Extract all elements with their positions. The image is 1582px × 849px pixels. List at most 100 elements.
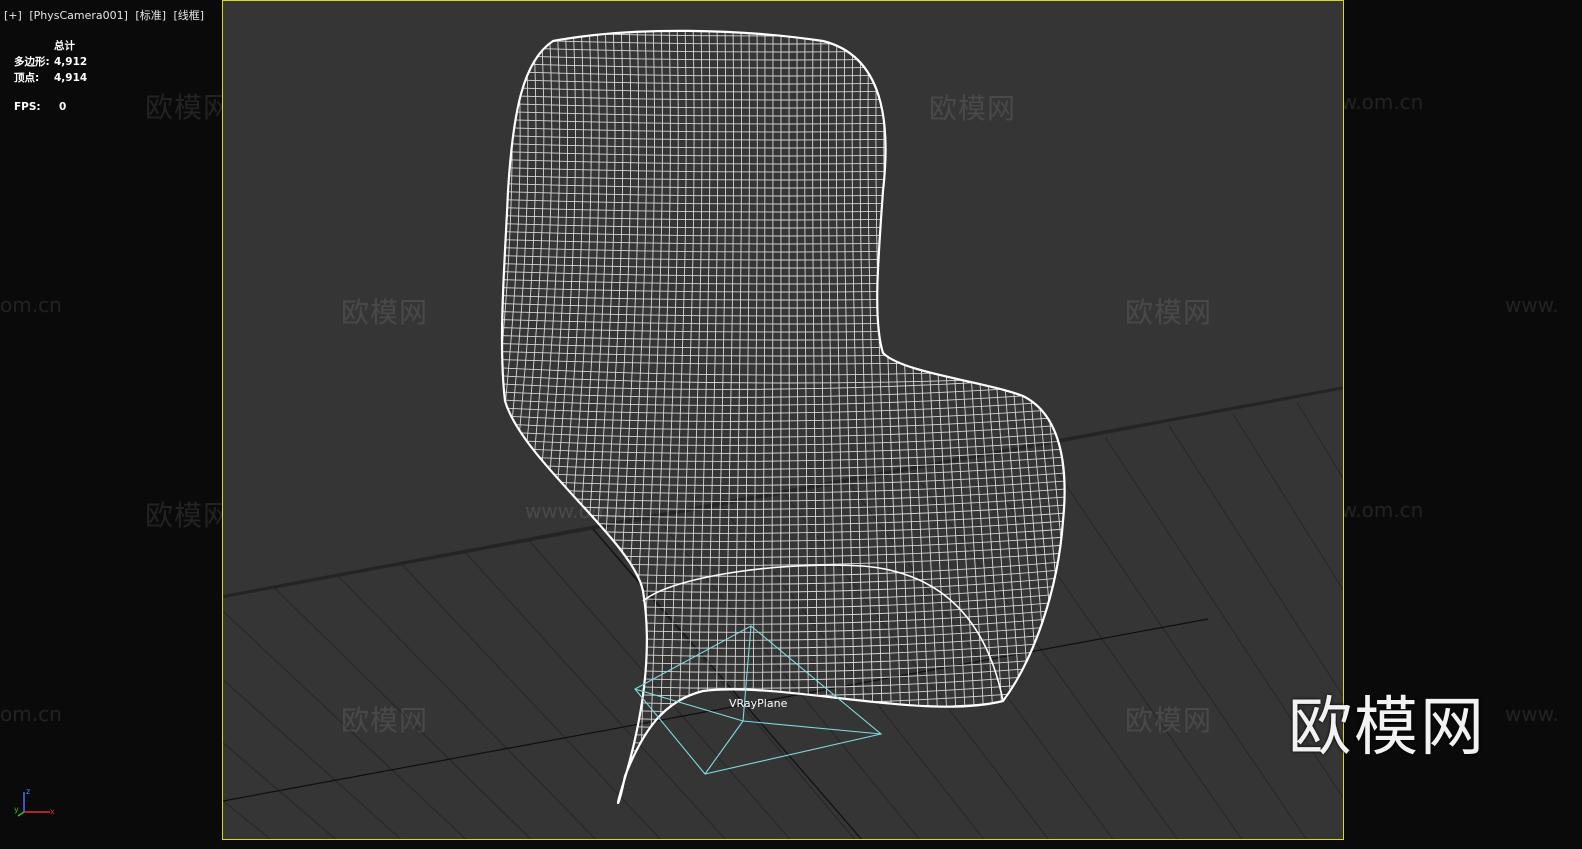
mesh-line — [938, 30, 970, 804]
mesh-line — [676, 30, 695, 804]
mesh-line — [501, 718, 1065, 737]
mesh-line — [501, 374, 1065, 390]
mesh-line — [501, 766, 1065, 785]
grid-line — [223, 386, 1343, 598]
mesh-line — [501, 790, 1065, 804]
grid-line — [1296, 402, 1343, 479]
mesh-line — [922, 30, 952, 804]
mesh-line — [788, 30, 791, 804]
mesh-line — [501, 758, 1065, 777]
mesh-line — [501, 246, 1065, 253]
mesh-line — [501, 230, 1065, 237]
mesh-line — [501, 742, 1065, 761]
mesh-line — [843, 30, 857, 804]
grid-line — [223, 387, 1343, 599]
mesh-line — [501, 30, 1065, 37]
watermark-cn: 欧模网 — [1125, 296, 1213, 329]
viewport-camera-menu[interactable]: [PhysCamera001] — [29, 9, 128, 22]
stats-vertices-label: 顶点: — [14, 72, 40, 84]
watermark-cn: 欧模网 — [341, 296, 429, 329]
mesh-line — [501, 150, 1065, 157]
mesh-line — [501, 430, 1065, 446]
mesh-line — [796, 30, 800, 804]
scene-statistics: 总计 多边形: 4,912 顶点: 4,914 — [14, 38, 87, 86]
mesh-line — [501, 222, 1065, 229]
mesh-line — [986, 30, 1027, 804]
mesh-line — [501, 30, 513, 804]
axis-x-label: x — [50, 807, 55, 816]
grid-line — [223, 485, 812, 597]
chair-outline — [500, 29, 1066, 805]
mesh-line — [501, 734, 1065, 753]
grid-line — [592, 528, 856, 839]
fps-readout: FPS: 0 — [14, 101, 66, 113]
mesh-line — [804, 30, 810, 804]
axis-tripod-icon: z x y — [14, 787, 55, 817]
grid-line — [223, 387, 1343, 599]
grid-line — [223, 404, 1246, 598]
mesh-line — [501, 350, 1065, 357]
mesh-line — [914, 30, 942, 804]
mesh-line — [501, 270, 1065, 277]
mesh-line — [501, 782, 1065, 801]
viewport-display-menu[interactable]: [线框] — [174, 9, 205, 22]
mesh-line — [962, 30, 999, 804]
mesh-line — [501, 326, 1065, 333]
mesh-line — [501, 702, 1065, 721]
fps-label: FPS: — [14, 101, 41, 113]
mesh-line — [1033, 30, 1065, 804]
axis-y-label: y — [14, 805, 19, 814]
stats-polygons-row: 多边形: 4,912 — [14, 54, 87, 70]
vray-plane-label: VRayPlane — [729, 697, 788, 710]
mesh-line — [501, 38, 1065, 45]
mesh-line — [501, 454, 1065, 470]
mesh-line — [501, 166, 1065, 173]
viewport-shading-menu[interactable]: [标准] — [135, 9, 166, 22]
mesh-line — [563, 30, 600, 804]
mesh-line — [851, 30, 867, 804]
mesh-line — [501, 238, 1065, 245]
grid-line — [223, 644, 233, 840]
grid-line — [464, 551, 726, 839]
mesh-line — [501, 286, 1065, 293]
mesh-line — [501, 334, 1065, 341]
mesh-line — [993, 30, 1036, 804]
mesh-line — [501, 318, 1065, 325]
watermark-url: om.cn — [0, 702, 62, 726]
grid-line — [976, 459, 1243, 839]
mesh-line — [501, 158, 1065, 165]
mesh-line — [501, 534, 1065, 550]
mesh-line — [501, 798, 1065, 804]
axis-z-label: z — [26, 787, 30, 796]
grid-line — [223, 386, 1343, 598]
mesh-line — [978, 30, 1018, 804]
mesh-line — [501, 398, 1065, 414]
grid-line — [1232, 413, 1343, 591]
mesh-line — [501, 310, 1065, 317]
mesh-line — [501, 126, 1065, 133]
viewport-header: [+] [PhysCamera001] [标准] [线框] — [4, 7, 208, 23]
mesh-line — [572, 30, 608, 804]
grid-line — [223, 386, 1343, 598]
viewport-plus-menu[interactable]: [+] — [4, 9, 22, 22]
mesh-line — [1066, 21, 1121, 831]
watermark-url: www.om.cn — [525, 499, 641, 523]
grid-line — [636, 388, 1343, 522]
watermark-cn: 欧模网 — [145, 91, 233, 124]
watermark-url: www. — [1505, 702, 1559, 726]
stats-polygons-label: 多边形: — [14, 56, 50, 68]
mesh-line — [501, 462, 1065, 478]
mesh-line — [501, 182, 1065, 189]
mesh-line — [970, 30, 1008, 804]
grid-line — [264, 387, 1343, 591]
mesh-line — [501, 374, 1065, 384]
stats-polygons-value: 4,912 — [54, 56, 88, 68]
grid-line — [1168, 425, 1343, 698]
mesh-line — [930, 30, 961, 804]
mesh-line — [501, 390, 1065, 406]
mesh-line — [501, 278, 1065, 285]
watermark-cn: 欧模网 — [341, 704, 429, 737]
mesh-line — [1049, 30, 1065, 804]
perspective-viewport[interactable]: 欧模网 欧模网 欧模网 欧模网 欧模网 www.om.cn VRayPlane — [222, 0, 1344, 840]
mesh-line — [501, 174, 1065, 181]
